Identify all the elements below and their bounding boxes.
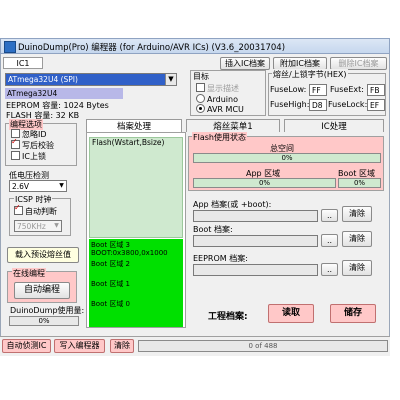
chip-select[interactable]: ATmega32U4 (SPI) — [5, 73, 177, 86]
fuse-low-label: FuseLow: — [270, 85, 307, 94]
fuse-lock-field[interactable]: EF — [367, 99, 385, 111]
boot-region-0: Boot 区域 0 — [91, 300, 131, 308]
chevron-down-icon[interactable]: ▼ — [57, 181, 66, 191]
flash-map-area: Flash(Wstart,Bsize) — [89, 137, 183, 238]
app-file-browse-button[interactable]: .. — [321, 209, 338, 222]
total-space-bar: 0% — [193, 153, 381, 163]
option-lock-ic[interactable]: IC上锁 — [11, 151, 46, 162]
eeprom-file-label: EEPROM 档案: — [193, 254, 248, 263]
app-file-clear-button[interactable]: 清除 — [342, 206, 372, 222]
eeprom-file-field[interactable] — [193, 264, 318, 276]
tab-ic[interactable]: IC处理 — [284, 119, 384, 132]
tab-file[interactable]: 档案处理 — [86, 119, 182, 133]
boot-file-browse-button[interactable]: .. — [321, 234, 338, 247]
title-bar: DuinoDump(Pro) 编程器 (for Arduino/AVR ICs)… — [0, 38, 390, 54]
fuse-high-label: FuseHigh: — [270, 100, 310, 109]
project-label: 工程档案: — [208, 312, 248, 322]
eeprom-file-clear-button[interactable]: 清除 — [342, 260, 372, 276]
auto-detect-button[interactable]: 自动侦测IC — [2, 339, 51, 353]
target-title: 目标 — [193, 72, 209, 81]
progress-bar: 0 of 488 — [138, 340, 388, 352]
auto-program-button[interactable]: 自动编程 — [14, 282, 70, 299]
boot-region-3-address: BOOT:0x3800,0x1000 — [91, 249, 168, 257]
flash-map-title: Flash(Wstart,Bsize) — [92, 138, 165, 147]
clear-button[interactable]: 清除 — [110, 339, 134, 353]
app-file-label: App 档案(或 +boot): — [193, 200, 272, 209]
fuse-ext-label: FuseExt: — [330, 85, 364, 94]
boot-file-label: Boot 档案: — [193, 225, 233, 234]
usage-label: DuinoDump使用量: — [10, 306, 85, 315]
boot-regions: Boot 区域 3 BOOT:0x3800,0x1000 Boot 区域 2 B… — [89, 239, 183, 327]
app-file-field[interactable] — [193, 210, 318, 222]
usage-bar: 0% — [9, 316, 79, 326]
window-title: DuinoDump(Pro) 编程器 (for Arduino/AVR ICs)… — [18, 43, 286, 53]
icsp-auto[interactable]: 自动判断 — [14, 203, 57, 217]
chip-name: ATmega32U4 — [5, 88, 123, 99]
app-region-bar: 0% — [193, 178, 336, 188]
chevron-down-icon[interactable]: ▼ — [165, 74, 176, 85]
fuse-lock-label: FuseLock: — [328, 100, 368, 109]
app-icon — [4, 41, 16, 53]
insert-ic-button[interactable]: 插入IC档案 — [220, 57, 270, 70]
boot-region-2: Boot 区域 2 — [91, 260, 131, 268]
target-option-describe[interactable]: 显示描述 — [196, 83, 239, 94]
boot-region-1: Boot 区域 1 — [91, 280, 131, 288]
option-verify[interactable]: 写后校验 — [11, 137, 54, 151]
chevron-down-icon[interactable]: ▼ — [52, 221, 61, 231]
fuse-ext-field[interactable]: FB — [367, 84, 385, 96]
load-fuse-button[interactable]: 载入预设熔丝值 — [7, 247, 79, 263]
write-programmer-button[interactable]: 写入编程器 — [54, 339, 105, 353]
fuse-high-field[interactable]: D8 — [309, 99, 327, 111]
boot-region-bar: 0% — [338, 178, 381, 188]
ic-tab[interactable]: IC1 — [3, 57, 43, 69]
boot-file-clear-button[interactable]: 清除 — [342, 231, 372, 247]
boot-file-field[interactable] — [193, 235, 318, 247]
fuse-low-field[interactable]: FF — [309, 84, 327, 96]
fuse-title: 熔丝/上锁字节(HEX) — [272, 69, 348, 80]
flash-status-title: Flash使用状态 — [192, 132, 247, 143]
online-title: 在线编程 — [12, 268, 46, 279]
eeprom-file-browse-button[interactable]: .. — [321, 263, 338, 276]
save-button[interactable]: 储存 — [330, 304, 376, 323]
target-option-arduino[interactable]: Arduino — [196, 94, 238, 104]
read-button[interactable]: 读取 — [268, 304, 314, 323]
target-option-avr[interactable]: AVR MCU — [196, 104, 244, 114]
tab-fuse-menu[interactable]: 熔丝菜单1 — [186, 119, 280, 132]
